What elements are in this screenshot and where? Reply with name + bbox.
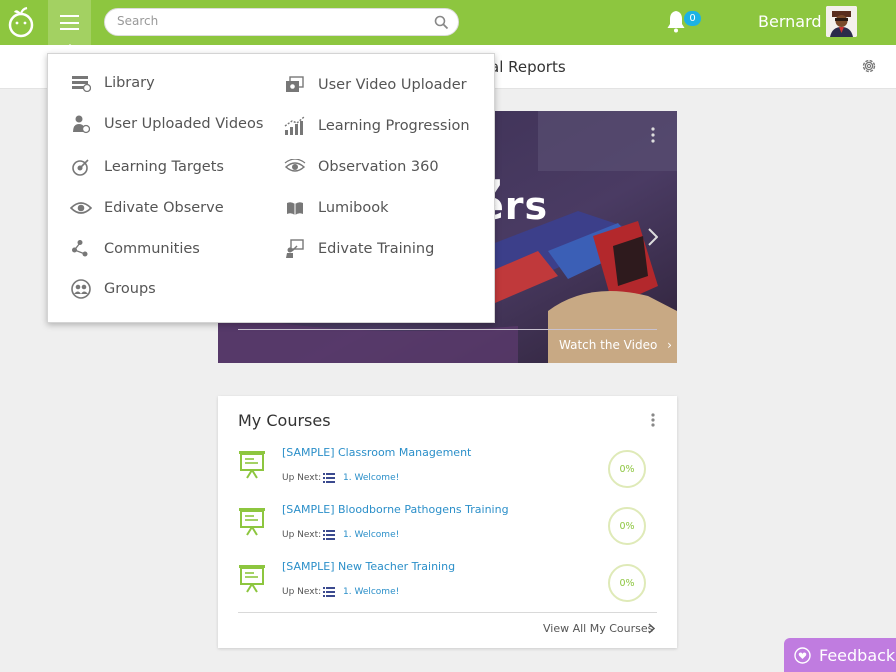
video-uploader-icon (284, 74, 306, 96)
menu-item-communities[interactable]: Communities (70, 237, 200, 261)
view-all-courses-link[interactable]: View All My Courses (543, 622, 653, 635)
hero-divider (238, 329, 657, 330)
training-icon (284, 238, 306, 260)
menu-button[interactable] (48, 0, 91, 45)
course-item[interactable]: [SAMPLE] Classroom Management Up Next: 1… (238, 446, 657, 496)
course-item[interactable]: [SAMPLE] Bloodborne Pathogens Training U… (238, 503, 657, 553)
menu-item-observation-360[interactable]: Observation 360 (284, 155, 439, 179)
chevron-right-icon[interactable] (648, 228, 658, 246)
up-next-lesson-link[interactable]: 1. Welcome! (343, 473, 399, 483)
menu-item-label: Edivate Observe (104, 200, 224, 216)
list-icon (323, 587, 335, 597)
observation-icon (284, 156, 306, 178)
library-icon (70, 72, 92, 94)
presentation-icon (239, 451, 265, 479)
watch-video-link[interactable]: Watch the Video › (559, 338, 672, 352)
menu-item-label: User Uploaded Videos (104, 116, 264, 132)
list-icon (323, 530, 335, 540)
chevron-right-icon: › (667, 338, 672, 352)
my-courses-title: My Courses (238, 411, 331, 430)
menu-item-label: Learning Targets (104, 159, 224, 175)
search-icon[interactable] (434, 15, 449, 30)
progress-ring: 0% (608, 450, 646, 488)
menu-item-learning-targets[interactable]: Learning Targets (70, 155, 224, 179)
my-courses-card: My Courses [SAMPLE] Classroom Management… (218, 396, 677, 648)
menu-item-label: Groups (104, 281, 156, 297)
up-next-label: Up Next: (282, 587, 322, 597)
menu-item-label: User Video Uploader (318, 77, 467, 93)
user-upload-icon (70, 113, 92, 135)
up-next-label: Up Next: (282, 473, 322, 483)
progress-ring: 0% (608, 564, 646, 602)
sub-header-tab[interactable]: al Reports (490, 58, 566, 76)
feedback-button[interactable]: Feedback (784, 638, 896, 672)
app-menu-dropdown: Library User Uploaded Videos Learning Ta… (47, 53, 495, 323)
menu-item-lumibook[interactable]: Lumibook (284, 196, 389, 220)
list-icon (323, 473, 335, 483)
watch-video-label: Watch the Video (559, 338, 658, 352)
menu-item-library[interactable]: Library (70, 71, 155, 95)
menu-item-edivate-observe[interactable]: Edivate Observe (70, 196, 224, 220)
hamburger-icon (60, 15, 79, 30)
more-options-icon[interactable] (651, 413, 655, 427)
search-box[interactable] (104, 8, 459, 36)
presentation-icon (239, 508, 265, 536)
course-name-link[interactable]: [SAMPLE] New Teacher Training (282, 560, 455, 573)
courses-divider (238, 612, 657, 613)
communities-icon (70, 238, 92, 260)
menu-item-label: Communities (104, 241, 200, 257)
target-icon (70, 156, 92, 178)
menu-item-edivate-training[interactable]: Edivate Training (284, 237, 434, 261)
chevron-right-icon[interactable] (648, 623, 655, 634)
menu-item-groups[interactable]: Groups (70, 277, 156, 301)
notification-badge[interactable]: 0 (684, 11, 701, 26)
progression-icon (284, 115, 306, 137)
groups-icon (70, 278, 92, 300)
avatar-image (826, 6, 857, 37)
menu-item-label: Edivate Training (318, 241, 435, 257)
up-next-lesson-link[interactable]: 1. Welcome! (343, 530, 399, 540)
book-icon (284, 197, 306, 219)
up-next-label: Up Next: (282, 530, 322, 540)
menu-item-user-video-uploader[interactable]: User Video Uploader (284, 73, 467, 97)
menu-item-label: Library (104, 75, 155, 91)
bell-icon[interactable] (666, 9, 686, 33)
username[interactable]: Bernard (758, 12, 822, 31)
course-name-link[interactable]: [SAMPLE] Classroom Management (282, 446, 471, 459)
heart-chat-icon (794, 646, 811, 664)
search-input[interactable] (117, 14, 417, 28)
progress-ring: 0% (608, 507, 646, 545)
eye-icon (70, 197, 92, 219)
menu-item-user-uploaded-videos[interactable]: User Uploaded Videos (70, 112, 263, 136)
avatar[interactable] (826, 6, 857, 37)
dropdown-caret (61, 44, 79, 53)
up-next-lesson-link[interactable]: 1. Welcome! (343, 587, 399, 597)
course-item[interactable]: [SAMPLE] New Teacher Training Up Next: 1… (238, 560, 657, 610)
menu-item-learning-progression[interactable]: Learning Progression (284, 114, 470, 138)
more-options-icon[interactable] (651, 127, 655, 143)
feedback-label: Feedback (819, 645, 896, 665)
menu-item-label: Learning Progression (318, 118, 470, 134)
presentation-icon (239, 565, 265, 593)
menu-item-label: Lumibook (318, 200, 389, 216)
apple-logo-icon[interactable] (6, 6, 36, 38)
menu-item-label: Observation 360 (318, 159, 439, 175)
gear-icon[interactable] (860, 57, 878, 75)
top-bar: 0 Bernard (0, 0, 896, 45)
course-name-link[interactable]: [SAMPLE] Bloodborne Pathogens Training (282, 503, 509, 516)
